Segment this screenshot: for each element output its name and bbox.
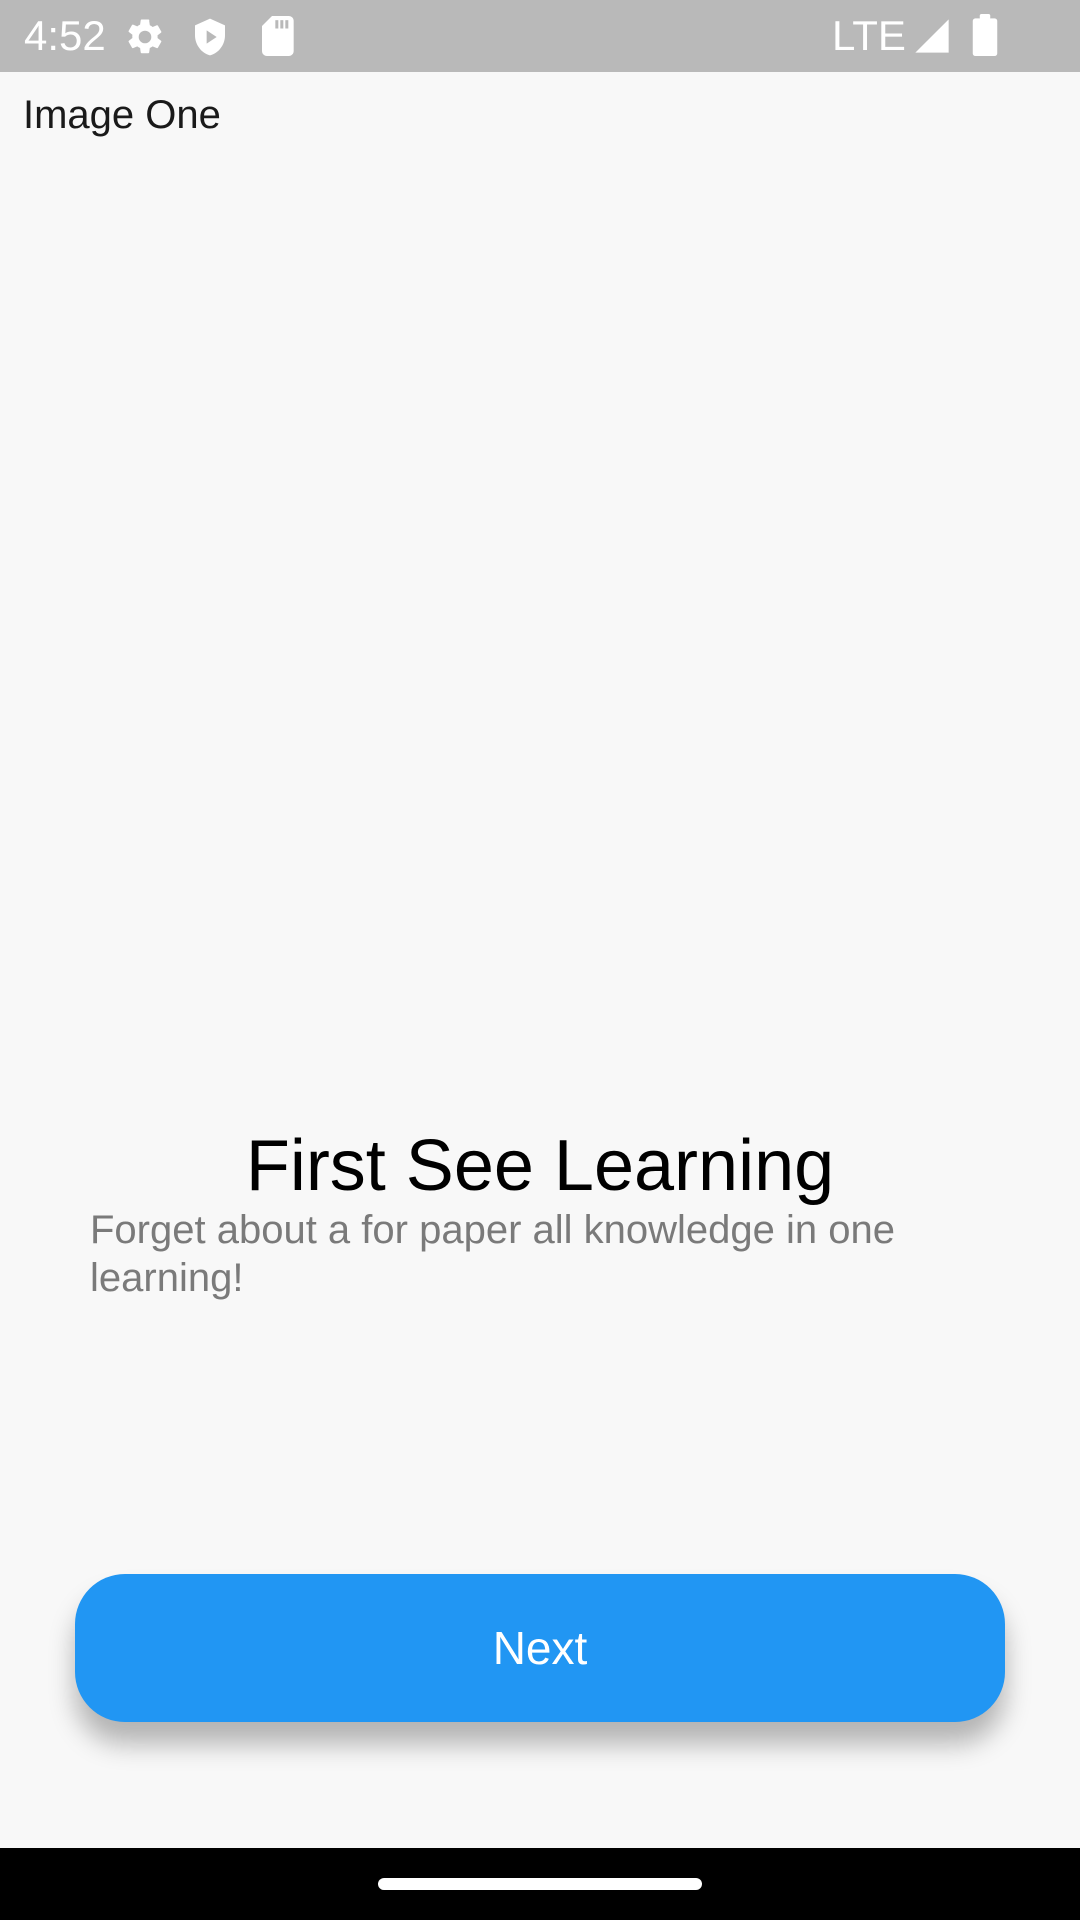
status-bar: 4:52 LTE [0, 0, 1080, 72]
shield-play-icon [190, 16, 230, 56]
home-gesture-handle[interactable] [378, 1878, 702, 1890]
gear-icon [124, 16, 166, 56]
onboarding-screen: 4:52 LTE Image One First See Learning Fo… [0, 0, 1080, 1920]
navigation-bar [0, 1848, 1080, 1920]
status-time: 4:52 [24, 12, 106, 59]
battery-icon [972, 14, 998, 56]
image-placeholder-label: Image One [23, 93, 221, 137]
signal-icon [912, 16, 952, 56]
onboarding-description: Forget about a for paper all knowledge i… [90, 1208, 895, 1300]
sd-card-icon [260, 16, 294, 56]
onboarding-title: First See Learning [245, 1126, 835, 1206]
network-type: LTE [832, 12, 906, 59]
next-button[interactable]: Next [75, 1574, 1005, 1722]
